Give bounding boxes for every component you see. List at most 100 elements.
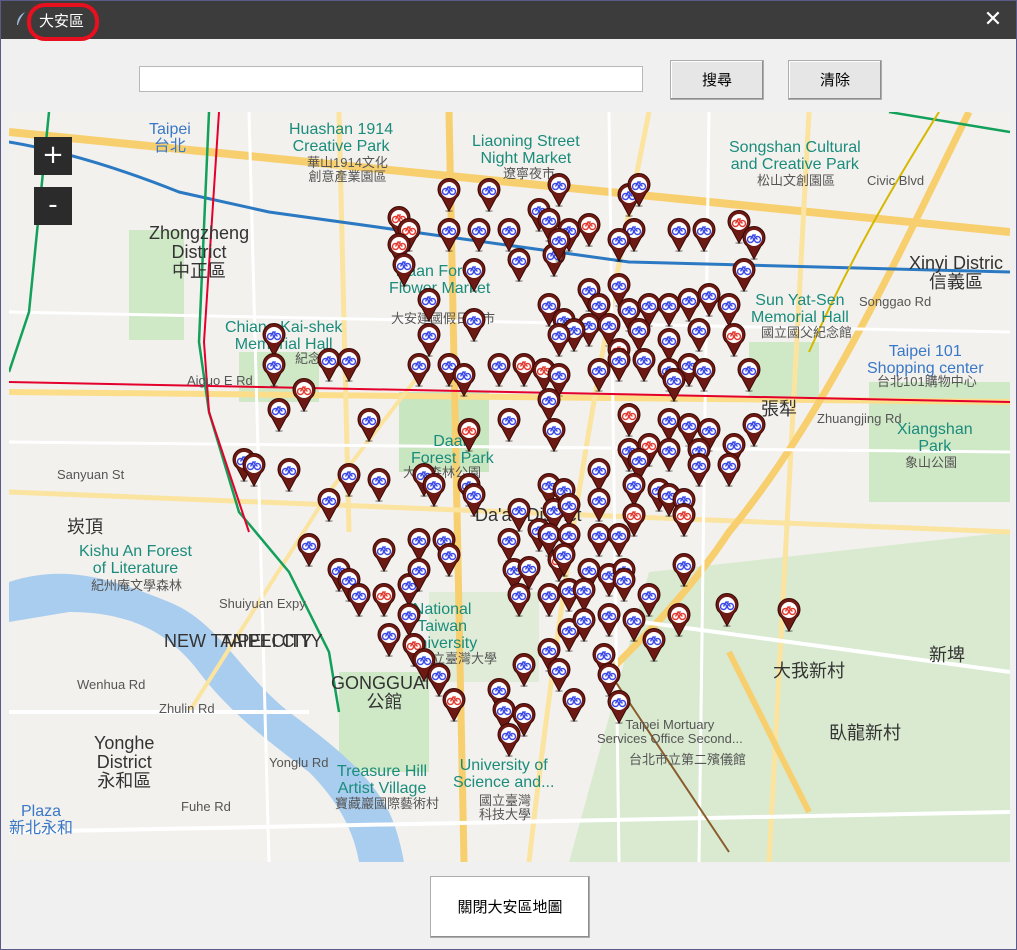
bike-station-marker[interactable] xyxy=(741,226,767,260)
bike-station-marker[interactable] xyxy=(626,173,652,207)
bike-station-marker[interactable] xyxy=(666,218,692,252)
bike-station-marker[interactable] xyxy=(261,353,287,387)
bike-station-marker[interactable] xyxy=(686,318,712,352)
bike-station-marker[interactable] xyxy=(436,218,462,252)
bike-station-marker[interactable] xyxy=(716,453,742,487)
bike-station-marker[interactable] xyxy=(616,403,642,437)
search-input[interactable] xyxy=(139,66,643,92)
bike-station-marker[interactable] xyxy=(261,323,287,357)
bike-station-marker[interactable] xyxy=(731,258,757,292)
bike-station-marker[interactable] xyxy=(456,418,482,452)
bike-station-marker[interactable] xyxy=(371,538,397,572)
bike-station-marker[interactable] xyxy=(461,258,487,292)
map-label: Taipei 台北 xyxy=(149,121,191,155)
bike-station-marker[interactable] xyxy=(586,458,612,492)
map-label: Songshan Cultural and Creative Park xyxy=(729,139,861,173)
bike-station-marker[interactable] xyxy=(416,323,442,357)
bike-station-marker[interactable] xyxy=(546,323,572,357)
bike-station-marker[interactable] xyxy=(436,178,462,212)
bike-station-marker[interactable] xyxy=(416,288,442,322)
bike-station-marker[interactable] xyxy=(451,363,477,397)
bike-station-marker[interactable] xyxy=(496,408,522,442)
bike-station-marker[interactable] xyxy=(466,218,492,252)
bike-station-marker[interactable] xyxy=(296,533,322,567)
bike-station-marker[interactable] xyxy=(486,353,512,387)
bike-station-marker[interactable] xyxy=(441,688,467,722)
bike-station-marker[interactable] xyxy=(714,593,740,627)
bike-station-marker[interactable] xyxy=(606,228,632,262)
bike-station-marker[interactable] xyxy=(546,658,572,692)
bike-station-marker[interactable] xyxy=(691,358,717,392)
close-map-button[interactable]: 關閉大安區地圖 xyxy=(430,876,590,938)
bike-station-marker[interactable] xyxy=(721,323,747,357)
bike-station-marker[interactable] xyxy=(606,690,632,724)
bike-station-marker[interactable] xyxy=(316,488,342,522)
map-label: Aiguo E Rd xyxy=(187,373,253,388)
bike-station-marker[interactable] xyxy=(636,583,662,617)
bike-station-marker[interactable] xyxy=(496,723,522,757)
bike-station-marker[interactable] xyxy=(631,348,657,382)
bike-station-marker[interactable] xyxy=(736,358,762,392)
bike-station-marker[interactable] xyxy=(556,493,582,527)
clear-button[interactable]: 清除 xyxy=(788,60,882,100)
bike-station-marker[interactable] xyxy=(536,388,562,422)
bike-station-marker[interactable] xyxy=(356,408,382,442)
bike-station-marker[interactable] xyxy=(606,523,632,557)
bike-station-marker[interactable] xyxy=(666,603,692,637)
bike-station-marker[interactable] xyxy=(656,438,682,472)
map-label: 松山文創園區 xyxy=(757,173,836,188)
bike-station-marker[interactable] xyxy=(586,488,612,522)
bike-station-marker[interactable] xyxy=(476,178,502,212)
bike-station-marker[interactable] xyxy=(496,218,522,252)
bike-station-marker[interactable] xyxy=(266,398,292,432)
map-label: 新埤 xyxy=(929,645,965,665)
bike-station-marker[interactable] xyxy=(596,603,622,637)
map-label: 台北市立第二殯儀館 xyxy=(629,752,747,767)
title-highlight-circle xyxy=(27,3,99,41)
close-window-button[interactable]: ✕ xyxy=(980,7,1006,33)
zoom-in-button[interactable]: + xyxy=(34,137,72,175)
bike-station-marker[interactable] xyxy=(641,628,667,662)
bike-station-marker[interactable] xyxy=(376,623,402,657)
bike-station-marker[interactable] xyxy=(561,688,587,722)
bike-station-marker[interactable] xyxy=(606,348,632,382)
bike-station-marker[interactable] xyxy=(346,583,372,617)
bike-station-marker[interactable] xyxy=(776,598,802,632)
bike-station-marker[interactable] xyxy=(406,353,432,387)
bike-station-marker[interactable] xyxy=(241,453,267,487)
bike-station-marker[interactable] xyxy=(366,468,392,502)
bike-station-marker[interactable] xyxy=(406,528,432,562)
bike-station-marker[interactable] xyxy=(571,578,597,612)
bike-station-marker[interactable] xyxy=(511,653,537,687)
bike-station-marker[interactable] xyxy=(506,248,532,282)
bike-station-marker[interactable] xyxy=(276,458,302,492)
bike-station-marker[interactable] xyxy=(336,348,362,382)
map-view[interactable]: Taipei 台北 Huashan 1914 Creative Park 華山1914文… xyxy=(9,112,1010,862)
bike-station-marker[interactable] xyxy=(291,378,317,412)
title-bar: 大安區 ✕ xyxy=(1,1,1016,41)
bike-station-marker[interactable] xyxy=(436,543,462,577)
map-label: Liaoning Street Night Market xyxy=(472,133,580,167)
search-button[interactable]: 搜尋 xyxy=(670,60,764,100)
bike-station-marker[interactable] xyxy=(661,368,687,402)
bike-station-marker[interactable] xyxy=(421,473,447,507)
bike-station-marker[interactable] xyxy=(406,558,432,592)
bike-station-marker[interactable] xyxy=(686,453,712,487)
bike-station-marker[interactable] xyxy=(546,228,572,262)
bike-station-marker[interactable] xyxy=(671,553,697,587)
bike-station-marker[interactable] xyxy=(571,608,597,642)
bike-station-marker[interactable] xyxy=(611,568,637,602)
bike-station-marker[interactable] xyxy=(461,308,487,342)
bike-station-marker[interactable] xyxy=(671,503,697,537)
bike-station-marker[interactable] xyxy=(461,483,487,517)
bike-station-marker[interactable] xyxy=(391,253,417,287)
zoom-out-button[interactable]: - xyxy=(34,187,72,225)
bike-station-marker[interactable] xyxy=(691,218,717,252)
bike-station-marker[interactable] xyxy=(551,543,577,577)
bike-station-marker[interactable] xyxy=(576,213,602,247)
bike-station-marker[interactable] xyxy=(621,473,647,507)
bike-station-marker[interactable] xyxy=(371,583,397,617)
bike-station-marker[interactable] xyxy=(541,418,567,452)
bike-station-marker[interactable] xyxy=(506,583,532,617)
bike-station-marker[interactable] xyxy=(716,293,742,327)
